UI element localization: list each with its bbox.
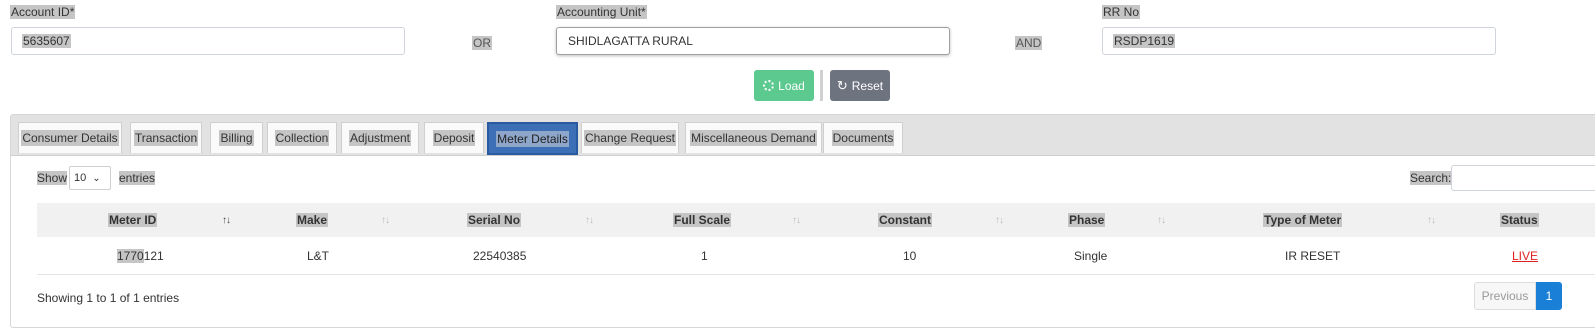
cell-phase: Single [1074, 248, 1108, 263]
tab-deposit[interactable]: Deposit [424, 122, 484, 153]
search-label: Search: [1410, 171, 1452, 185]
load-button-label: Load [778, 78, 805, 93]
rr-no-value: RSDP1619 [1113, 34, 1176, 48]
page-1-button[interactable]: 1 [1536, 282, 1562, 310]
spinner-icon [763, 80, 775, 91]
and-text: AND [1015, 36, 1043, 50]
account-id-label: Account ID* [10, 5, 76, 19]
tab-billing[interactable]: Billing [210, 122, 263, 153]
tab-label: Miscellaneous Demand [690, 130, 817, 146]
rr-no-label: RR No [1102, 5, 1141, 19]
tab-transaction[interactable]: Transaction [130, 122, 202, 153]
tab-label: Adjustment [348, 130, 412, 146]
cell-full-scale: 1 [701, 248, 708, 263]
tab-adjustment[interactable]: Adjustment [341, 122, 419, 153]
col-status[interactable]: Status [1500, 203, 1539, 237]
tab-label: Deposit [432, 130, 476, 146]
col-full-scale[interactable]: Full Scale [673, 203, 732, 237]
status-live-link[interactable]: LIVE [1512, 237, 1538, 274]
tab-label: Change Request [583, 130, 677, 146]
search-input[interactable] [1451, 165, 1595, 191]
or-text: OR [472, 36, 492, 50]
load-button[interactable]: Load [754, 70, 814, 101]
reset-button[interactable]: ↻ Reset [830, 70, 890, 101]
entries-value: 10 [74, 172, 87, 184]
col-type-of-meter[interactable]: Type of Meter [1263, 203, 1343, 237]
table-row: 1770 121 L&T 22540385 1 10 Single IR RESE… [37, 237, 1595, 275]
tab-bar: Consumer Details Transaction Billing Col… [11, 115, 1595, 156]
tab-change-request[interactable]: Change Request [581, 122, 679, 153]
tab-consumer-details[interactable]: Consumer Details [18, 122, 122, 153]
tab-label: Transaction [133, 130, 199, 146]
sort-icon[interactable]: ↑↓ [792, 203, 801, 237]
col-constant[interactable]: Constant [878, 203, 932, 237]
cell-make: L&T [307, 248, 330, 263]
entries-label: entries [119, 171, 156, 185]
tab-label: Consumer Details [21, 130, 119, 146]
cell-constant: 10 [903, 248, 917, 263]
account-id-value: 5635607 [22, 34, 71, 48]
tab-documents[interactable]: Documents [823, 122, 903, 153]
sort-icon[interactable]: ↑↓ [585, 203, 594, 237]
rr-no-input[interactable]: RSDP1619 [1102, 27, 1496, 55]
tab-miscellaneous-demand[interactable]: Miscellaneous Demand [685, 122, 822, 153]
reset-button-label: Reset [851, 78, 884, 93]
col-make[interactable]: Make [296, 203, 329, 237]
tab-meter-details[interactable]: Meter Details [487, 122, 578, 155]
chevron-down-icon: ⌄ [92, 172, 101, 184]
sort-icon[interactable]: ↑↓ [995, 203, 1004, 237]
table-header: Meter ID ↑↓ Make ↑↓ Serial No ↑↓ Full Sc… [37, 203, 1595, 237]
entries-select[interactable]: 10 ⌄ [69, 166, 111, 190]
sort-icon[interactable]: ↑↓ [1427, 203, 1436, 237]
meter-details-panel: Consumer Details Transaction Billing Col… [10, 114, 1595, 328]
sort-icon[interactable]: ↑↓ [381, 203, 390, 237]
sort-icon[interactable]: ↑↓ [1157, 203, 1166, 237]
previous-page-button[interactable]: Previous [1474, 282, 1536, 310]
tab-label: Meter Details [496, 130, 569, 147]
accounting-unit-value: SHIDLAGATTA RURAL [568, 34, 693, 48]
col-phase[interactable]: Phase [1068, 203, 1106, 237]
refresh-icon: ↻ [836, 78, 848, 93]
cell-type-of-meter: IR RESET [1285, 248, 1341, 263]
cell-serial-no: 22540385 [473, 248, 527, 263]
col-serial-no[interactable]: Serial No [467, 203, 522, 237]
accounting-unit-label: Accounting Unit* [556, 5, 647, 19]
tab-label: Documents [831, 130, 895, 146]
account-id-input[interactable]: 5635607 [11, 27, 405, 55]
tab-label: Collection [274, 130, 330, 146]
accounting-unit-input[interactable]: SHIDLAGATTA RURAL [556, 27, 950, 55]
cell-meter-id: 1770 121 [117, 248, 164, 263]
button-divider [820, 70, 823, 101]
sort-asc-icon[interactable]: ↑↓ [222, 203, 231, 237]
table-info: Showing 1 to 1 of 1 entries [37, 291, 180, 305]
tab-label: Billing [219, 130, 254, 146]
show-label: Show [37, 171, 68, 185]
tab-collection[interactable]: Collection [267, 122, 337, 153]
col-meter-id[interactable]: Meter ID [108, 203, 158, 237]
